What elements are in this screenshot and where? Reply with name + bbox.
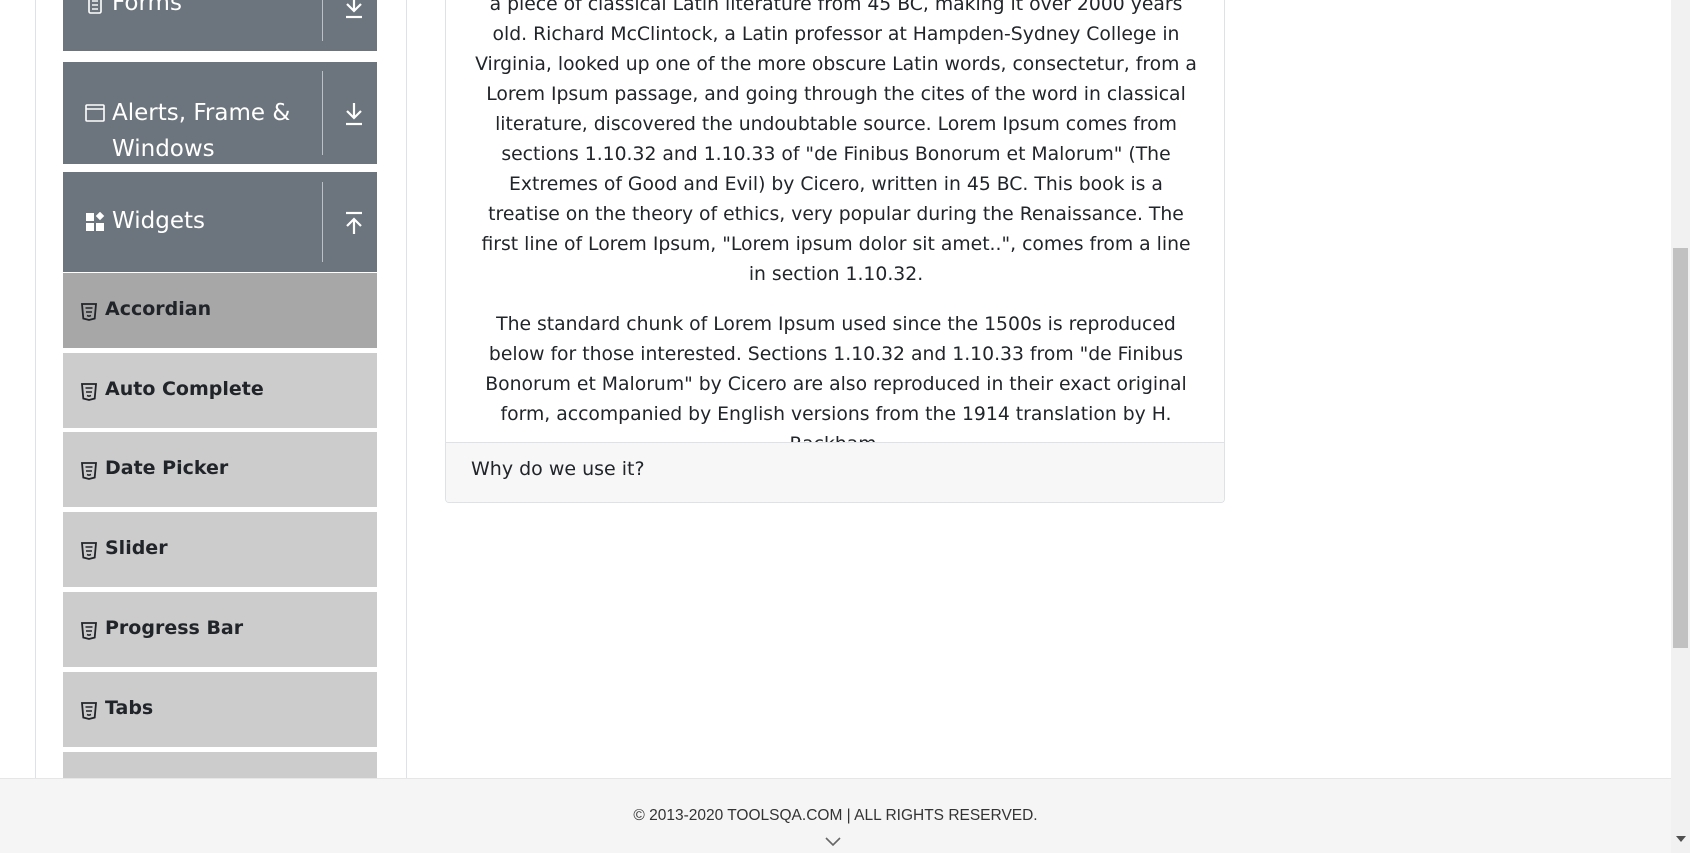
accordion-paragraph: a piece of classical Latin literature fr… [475,0,1197,285]
html5-icon [81,702,97,720]
vertical-scrollbar[interactable] [1671,0,1690,853]
scroll-down-arrow-icon[interactable] [1676,836,1686,842]
sidebar-item-label: Tabs [105,697,154,719]
accordion-paragraph: The standard chunk of Lorem Ipsum used s… [485,314,1187,455]
sidebar-group-label-line1: Alerts, Frame & [112,100,291,126]
sidebar-group-alerts-frame-windows[interactable]: Alerts, Frame & Windows [63,62,377,164]
document-icon [85,0,105,14]
arrow-down-icon[interactable] [343,0,365,20]
chevron-down-icon[interactable] [824,836,842,848]
footer: © 2013-2020 TOOLSQA.COM | ALL RIGHTS RES… [0,778,1671,853]
group-separator [322,71,323,155]
arrow-down-icon[interactable] [343,101,365,127]
sidebar-item-label: Progress Bar [105,617,244,639]
widgets-icon [85,212,105,232]
footer-copyright: © 2013-2020 TOOLSQA.COM | ALL RIGHTS RES… [633,807,1038,824]
sidebar-item-date-picker[interactable]: Date Picker [63,432,377,509]
sidebar-item-tabs[interactable]: Tabs [63,672,377,749]
sidebar-group-label: Widgets [112,208,205,234]
sidebar: Forms Alerts, Frame & Windows Widgets Ac… [63,0,377,778]
sidebar-divider [406,0,407,778]
sidebar-group-forms[interactable]: Forms [63,0,377,51]
sidebar-item-label: Auto Complete [105,378,264,400]
sidebar-item-label: Accordian [105,298,212,320]
html5-icon [81,462,97,480]
sidebar-item-label: Date Picker [105,457,229,479]
sidebar-item-progress-bar[interactable]: Progress Bar [63,592,377,669]
sidebar-item-accordian[interactable]: Accordian [63,273,377,350]
sidebar-item-label: Slider [105,537,168,559]
scrollbar-thumb[interactable] [1673,248,1688,648]
sidebar-group-widgets[interactable]: Widgets [63,172,377,272]
accordion-body: a piece of classical Latin literature fr… [472,0,1200,480]
accordion-section-header[interactable]: Why do we use it? [446,442,1224,502]
left-divider [35,0,36,778]
window-icon [85,103,105,123]
sidebar-item-slider[interactable]: Slider [63,512,377,589]
html5-icon [81,303,97,321]
accordion-card: a piece of classical Latin literature fr… [445,0,1225,503]
html5-icon [81,622,97,640]
arrow-up-icon[interactable] [343,210,365,236]
sidebar-group-label: Forms [112,0,182,16]
html5-icon [81,542,97,560]
sidebar-item-auto-complete[interactable]: Auto Complete [63,353,377,430]
accordion-section-title: Why do we use it? [471,458,645,480]
sidebar-group-label-line2: Windows [112,136,215,162]
group-separator [322,0,323,41]
sidebar-item-partial[interactable] [63,752,377,778]
html5-icon [81,383,97,401]
group-separator [322,182,323,262]
